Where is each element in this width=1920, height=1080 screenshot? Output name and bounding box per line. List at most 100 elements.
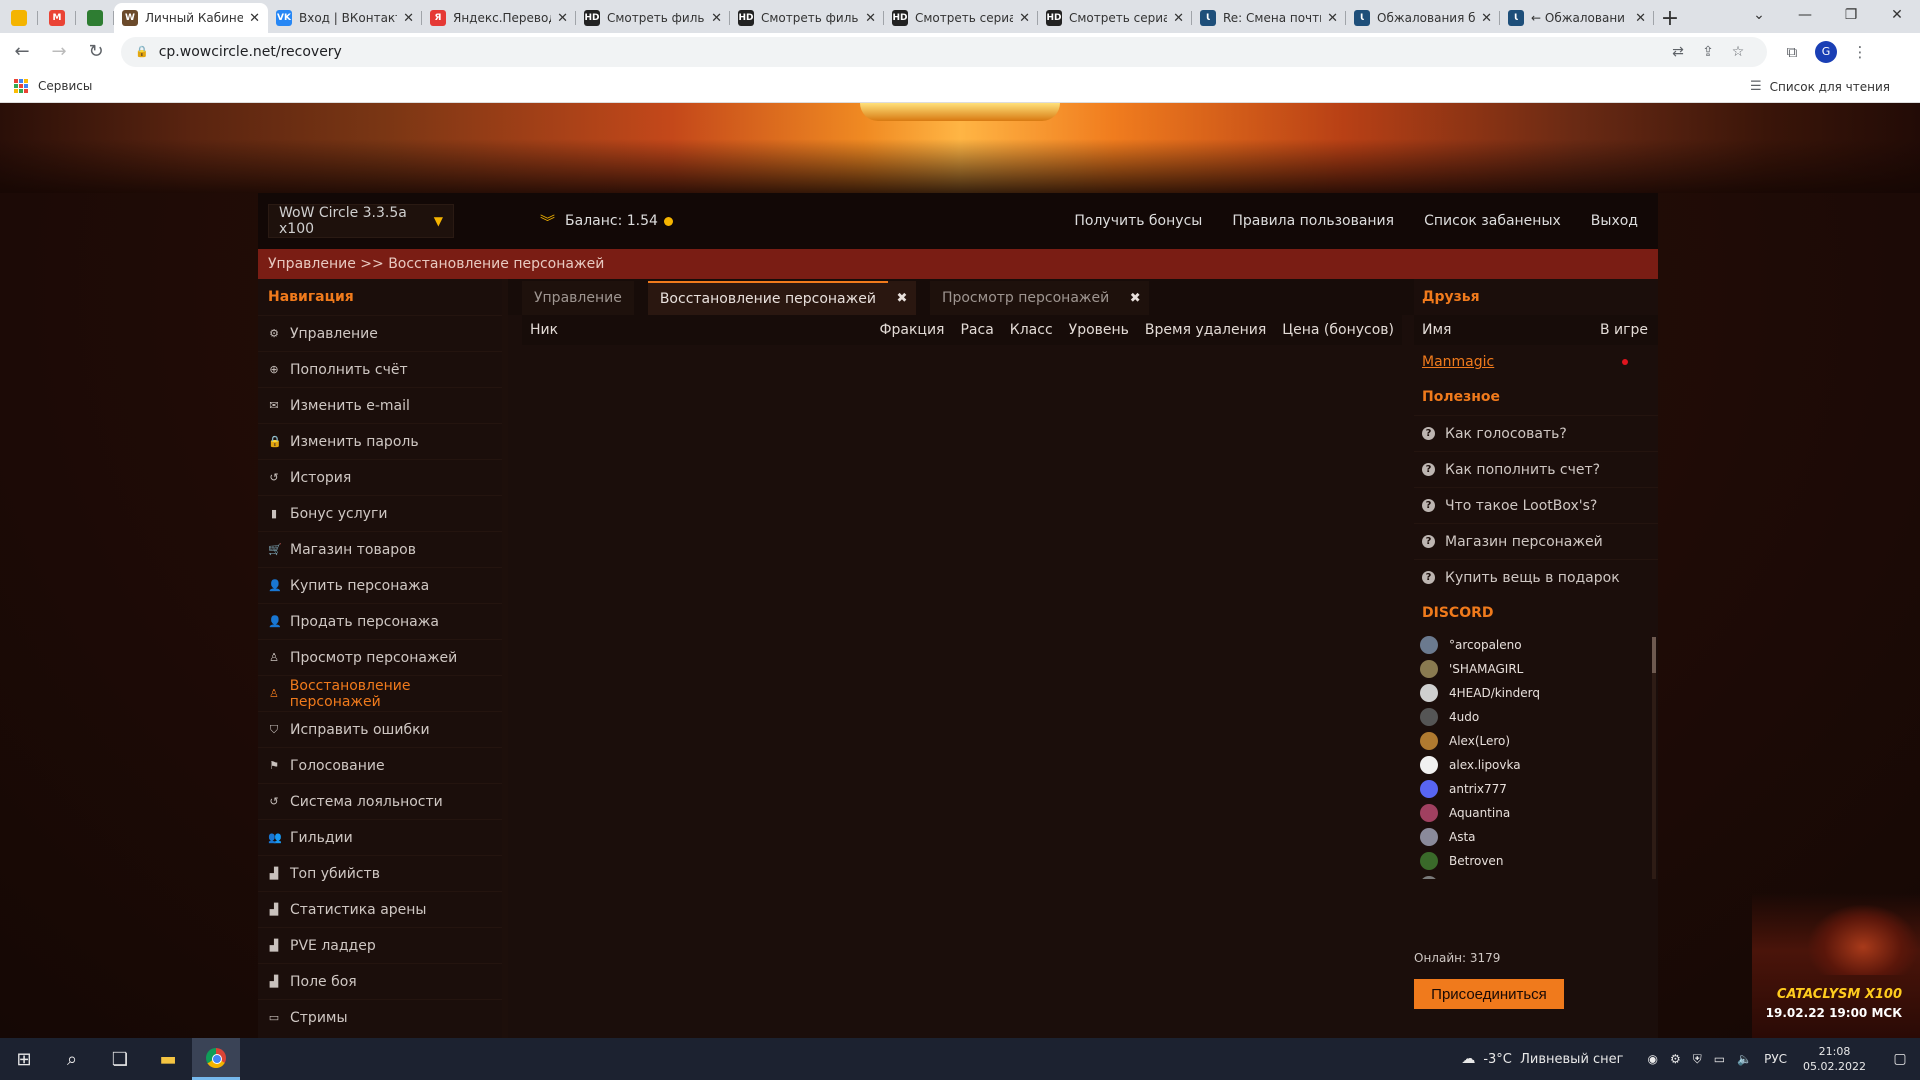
col-nick[interactable]: Ник <box>522 322 871 338</box>
col-level[interactable]: Уровень <box>1061 322 1137 338</box>
nav-item[interactable]: ⚑ Голосование <box>258 747 502 783</box>
start-windows-icon[interactable]: ⊞ <box>0 1038 48 1080</box>
apps-shortcut[interactable]: Сервисы <box>14 79 92 93</box>
nav-item[interactable]: ▭ Стримы <box>258 999 502 1035</box>
close-tab-icon[interactable]: ✕ <box>557 11 568 26</box>
translate-icon[interactable]: ⇄ <box>1663 44 1693 60</box>
back-button[interactable]: ← <box>7 37 37 67</box>
language-indicator[interactable]: РУС <box>1764 1052 1787 1066</box>
close-tab-icon[interactable]: ✕ <box>1019 11 1030 26</box>
nav-item[interactable]: ✉ Изменить e-mail <box>258 387 502 423</box>
close-tab-icon[interactable]: ✕ <box>1481 11 1492 26</box>
nav-item[interactable]: ▮ Бонус услуги <box>258 495 502 531</box>
reload-button[interactable]: ↻ <box>81 37 111 67</box>
steam-icon[interactable]: ⚙ <box>1670 1052 1681 1066</box>
useful-link[interactable]: ? Что такое LootBox's? <box>1414 487 1658 523</box>
tab-search-icon[interactable]: ⌄ <box>1736 0 1782 30</box>
tab-character-view[interactable]: Просмотр персонажей <box>929 281 1122 315</box>
useful-link[interactable]: ? Как голосовать? <box>1414 415 1658 451</box>
reading-list-button[interactable]: ☰ Список для чтения <box>1750 79 1890 94</box>
volume-icon[interactable]: 🔈 <box>1737 1052 1752 1066</box>
discord-member[interactable]: 'SHAMAGIRL <box>1414 657 1658 681</box>
new-tab-button[interactable]: + <box>1654 3 1686 33</box>
discord-member[interactable]: alex.lipovka <box>1414 753 1658 777</box>
bookmark-star-icon[interactable]: ☆ <box>1723 44 1753 60</box>
file-explorer-icon[interactable]: ▬ <box>144 1038 192 1080</box>
profile-avatar[interactable]: G <box>1815 40 1837 63</box>
discord-member[interactable]: °arcopaleno <box>1414 633 1658 657</box>
menu-dots-icon[interactable]: ⋮ <box>1843 43 1877 61</box>
address-bar[interactable]: 🔒 cp.wowcircle.net/recovery ⇄ ⇪ ☆ <box>121 36 1767 67</box>
browser-tab[interactable]: HD Смотреть сериа ✕ <box>1038 3 1192 33</box>
defender-icon[interactable]: ⛨ <box>1693 1052 1702 1067</box>
nav-item[interactable]: ▟ PVE ладдер <box>258 927 502 963</box>
discord-member[interactable]: Aquantina <box>1414 801 1658 825</box>
close-tab-icon[interactable]: ✕ <box>1327 11 1338 26</box>
nav-item[interactable]: ↺ История <box>258 459 502 495</box>
nav-item[interactable]: ▟ Статистика арены <box>258 891 502 927</box>
rules-link[interactable]: Правила пользования <box>1232 213 1394 229</box>
close-tab-icon[interactable]: ✕ <box>403 11 414 26</box>
browser-tab[interactable]: Ꙇ Re: Смена почты ✕ <box>1192 3 1346 33</box>
get-bonuses-link[interactable]: Получить бонусы <box>1074 213 1202 229</box>
nav-item[interactable]: 👥 Гильдии <box>258 819 502 855</box>
close-tab-icon[interactable]: ✕ <box>1173 11 1184 26</box>
nav-item[interactable]: 👤 Продать персонажа <box>258 603 502 639</box>
nav-item[interactable]: 🛒 Магазин товаров <box>258 531 502 567</box>
chrome-taskbar-button[interactable] <box>192 1038 240 1080</box>
browser-tab[interactable]: HD Смотреть филь ✕ <box>730 3 884 33</box>
discord-member[interactable]: 4udo <box>1414 705 1658 729</box>
search-icon[interactable]: ⌕ <box>48 1038 96 1080</box>
browser-tab[interactable]: Я Яндекс.Перевод ✕ <box>422 3 576 33</box>
discord-member[interactable]: Bingo43 <box>1414 873 1658 879</box>
browser-tab[interactable]: Ꙇ ← Обжаловани ✕ <box>1500 3 1654 33</box>
cataclysm-promo-banner[interactable]: CATACLYSM X100 19.02.22 19:00 МСК <box>1752 893 1920 1038</box>
useful-link[interactable]: ? Магазин персонажей <box>1414 523 1658 559</box>
weather-widget[interactable]: ☁ -3°C Ливневый снег <box>1461 1051 1623 1067</box>
tab-character-recovery[interactable]: Восстановление персонажей <box>647 281 888 315</box>
nav-item[interactable]: ⛉ Исправить ошибки <box>258 711 502 747</box>
browser-tab[interactable]: M <box>38 3 76 33</box>
maximize-button[interactable]: ❐ <box>1828 0 1874 30</box>
nav-item[interactable]: ⚙ Управление <box>258 315 502 351</box>
close-tab-recovery-icon[interactable]: ✖ <box>887 281 916 315</box>
browser-tab[interactable]: Ꙇ Обжалования б ✕ <box>1346 3 1500 33</box>
task-view-icon[interactable]: ❏ <box>96 1038 144 1080</box>
banned-list-link[interactable]: Список забаненых <box>1424 213 1561 229</box>
discord-member[interactable]: 4HEAD/kinderq <box>1414 681 1658 705</box>
minimize-button[interactable]: — <box>1782 0 1828 30</box>
discord-scrollbar[interactable] <box>1652 637 1656 879</box>
notifications-icon[interactable]: ▢ <box>1880 1051 1920 1067</box>
server-select[interactable]: WoW Circle 3.3.5a x100 ▼ <box>268 204 454 238</box>
discord-member[interactable]: Asta <box>1414 825 1658 849</box>
nav-item[interactable]: 🔒 Изменить пароль <box>258 423 502 459</box>
tray-app-icon[interactable]: ◉ <box>1648 1052 1658 1066</box>
site-logo[interactable] <box>860 103 1060 121</box>
discord-member[interactable]: antrix777 <box>1414 777 1658 801</box>
forward-button[interactable]: → <box>44 37 74 67</box>
col-deletion-time[interactable]: Время удаления <box>1137 322 1274 338</box>
close-tab-icon[interactable]: ✕ <box>865 11 876 26</box>
network-icon[interactable]: ▭ <box>1714 1052 1725 1066</box>
close-tab-icon[interactable]: ✕ <box>711 11 722 26</box>
nav-item[interactable]: 👤 Купить персонажа <box>258 567 502 603</box>
clock[interactable]: 21:08 05.02.2022 <box>1803 1044 1866 1074</box>
discord-member[interactable]: Alex(Lero) <box>1414 729 1658 753</box>
close-tab-icon[interactable]: ✕ <box>249 11 260 26</box>
nav-item[interactable]: ▟ Поле боя <box>258 963 502 999</box>
tab-management[interactable]: Управление <box>522 281 634 315</box>
useful-link[interactable]: ? Купить вещь в подарок <box>1414 559 1658 595</box>
nav-item[interactable]: ↺ Система лояльности <box>258 783 502 819</box>
browser-tab[interactable] <box>76 3 114 33</box>
col-faction[interactable]: Фракция <box>871 322 952 338</box>
useful-link[interactable]: ? Как пополнить счет? <box>1414 451 1658 487</box>
close-window-button[interactable]: ✕ <box>1874 0 1920 30</box>
discord-join-button[interactable]: Присоединиться <box>1414 979 1564 1009</box>
nav-item[interactable]: ⊕ Пополнить счёт <box>258 351 502 387</box>
browser-tab[interactable]: HD Смотреть филь ✕ <box>576 3 730 33</box>
browser-tab[interactable]: W Личный Кабине ✕ <box>114 3 268 33</box>
discord-member[interactable]: Betroven <box>1414 849 1658 873</box>
nav-item[interactable]: ♙ Восстановление персонажей <box>258 675 502 711</box>
close-tab-view-icon[interactable]: ✖ <box>1121 281 1150 315</box>
nav-item[interactable]: ♙ Просмотр персонажей <box>258 639 502 675</box>
